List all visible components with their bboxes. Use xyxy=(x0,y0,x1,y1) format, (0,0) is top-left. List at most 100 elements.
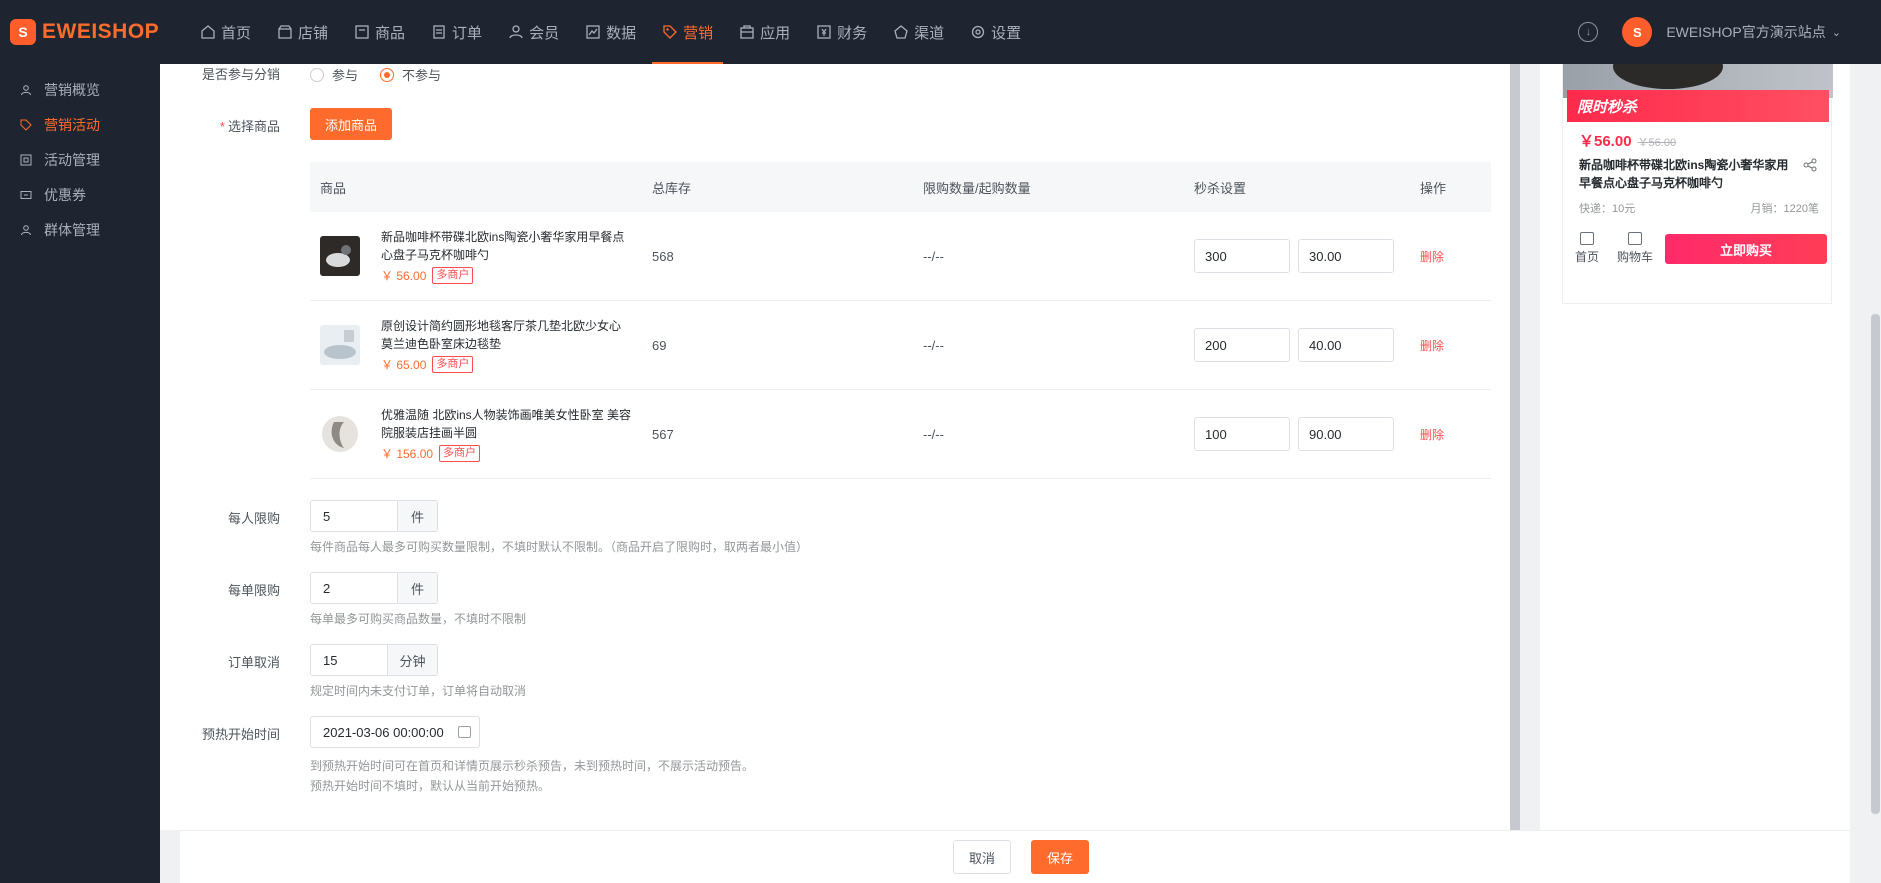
nav-item-data[interactable]: 数据 xyxy=(575,0,646,64)
per-person-unit: 件 xyxy=(397,501,437,531)
nav-item-goods[interactable]: 商品 xyxy=(344,0,415,64)
per-person-value[interactable]: 5 xyxy=(311,501,397,531)
delete-link[interactable]: 删除 xyxy=(1420,250,1444,264)
scrollbar-thumb[interactable] xyxy=(1871,314,1880,814)
nav-item-store[interactable]: 店铺 xyxy=(267,0,338,64)
seckill-price-input[interactable]: 30.00 xyxy=(1298,239,1394,273)
delete-link[interactable]: 删除 xyxy=(1420,428,1444,442)
preview-home-label: 首页 xyxy=(1574,250,1599,264)
per-person-input[interactable]: 5 件 xyxy=(310,500,438,532)
finance-icon xyxy=(817,25,831,39)
add-goods-button[interactable]: 添加商品 xyxy=(310,108,392,140)
sidebar-item-activity-manage[interactable]: 活动管理 xyxy=(0,142,160,177)
seckill-price-input[interactable]: 40.00 xyxy=(1298,328,1394,362)
radio-dot xyxy=(310,67,324,82)
sidebar-item-overview[interactable]: 营销概览 xyxy=(0,72,160,107)
th-seckill: 秒杀设置 xyxy=(1194,180,1247,196)
preheat-help-1: 到预热开始时间可在首页和详情页展示秒杀预告，未到预热时间，不展示活动预告。 xyxy=(310,759,755,773)
goods-price-row: ￥ 156.00 多商户 xyxy=(381,445,631,462)
nav-item-home[interactable]: 首页 xyxy=(190,0,261,64)
buy-now-button[interactable]: 立即购买 xyxy=(1665,234,1827,264)
sidebar-item-label: 群体管理 xyxy=(44,221,100,238)
delete-link[interactable]: 删除 xyxy=(1420,339,1444,353)
main-scrollbar[interactable] xyxy=(1510,64,1520,830)
calendar-icon[interactable] xyxy=(458,726,471,738)
preview-price-now: ￥56.00 xyxy=(1579,133,1632,150)
radio-not-participate[interactable]: 不参与 xyxy=(380,65,441,84)
preheat-date-value: 2021-03-06 00:00:00 xyxy=(323,724,444,740)
goods-price-row: ￥ 65.00 多商户 xyxy=(381,356,631,373)
nav-label: 应用 xyxy=(760,24,791,42)
per-order-input[interactable]: 2 件 xyxy=(310,572,438,604)
preheat-label: 预热开始时间 xyxy=(201,727,280,742)
select-goods-label: * 选择商品 xyxy=(180,116,280,135)
nav-item-member[interactable]: 会员 xyxy=(498,0,569,64)
preview-price: ￥56.00 ￥56.00 xyxy=(1579,130,1676,151)
radio-participate[interactable]: 参与 xyxy=(310,65,358,84)
nav-item-finance[interactable]: 财务 xyxy=(806,0,877,64)
stock-cell: 567 xyxy=(652,426,674,442)
nav-label: 渠道 xyxy=(914,24,945,42)
nav-label: 商品 xyxy=(375,24,406,42)
site-name[interactable]: EWEISHOP官方演示站点 xyxy=(1666,22,1825,42)
order-icon xyxy=(433,25,445,39)
table-row: 优雅温随 北欧ins人物装饰画唯美女性卧室 美容院服装店挂画半圆 ￥ 156.0… xyxy=(310,390,1491,479)
goods-name[interactable]: 原创设计简约圆形地毯客厅茶几垫北欧少女心莫兰迪色卧室床边毯垫 xyxy=(381,317,631,353)
goods-cell: 新品咖啡杯带碟北欧ins陶瓷小奢华家用早餐点心盘子马克杯咖啡勺 ￥ 56.00 … xyxy=(310,228,641,284)
main-panel: 是否参与分销 参与 不参与 * 选择商品 添加商品 商品 总库存 限购数量/起购数… xyxy=(160,64,1510,830)
nav-label: 设置 xyxy=(991,24,1022,42)
table-header: 商品 总库存 限购数量/起购数量 秒杀设置 操作 xyxy=(310,162,1491,212)
nav-item-app[interactable]: 应用 xyxy=(729,0,800,64)
required-mark: * xyxy=(219,119,225,134)
order-cancel-help: 规定时间内未支付订单，订单将自动取消 xyxy=(310,684,527,698)
goods-thumbnail[interactable] xyxy=(320,325,360,365)
preview-title: 新品咖啡杯带碟北欧ins陶瓷小奢华家用早餐点心盘子马克杯咖啡勺 xyxy=(1579,158,1789,190)
cancel-button[interactable]: 取消 xyxy=(953,840,1011,874)
preheat-date-input[interactable]: 2021-03-06 00:00:00 xyxy=(310,716,480,748)
user-icon xyxy=(21,84,31,95)
action-cell: 删除 xyxy=(1409,337,1491,354)
seckill-qty-input[interactable]: 200 xyxy=(1194,328,1290,362)
radio-label: 不参与 xyxy=(402,68,442,83)
goods-thumbnail[interactable] xyxy=(320,236,360,276)
share-icon[interactable] xyxy=(1803,158,1817,172)
per-order-unit: 件 xyxy=(397,573,437,603)
goods-price: ￥ 56.00 xyxy=(381,269,427,283)
per-person-label: 每人限购 xyxy=(227,511,280,526)
merchant-tag: 多商户 xyxy=(439,445,481,462)
seckill-qty-input[interactable]: 300 xyxy=(1194,239,1290,273)
goods-info: 原创设计简约圆形地毯客厅茶几垫北欧少女心莫兰迪色卧室床边毯垫 ￥ 65.00 多… xyxy=(381,317,631,373)
order-cancel-input[interactable]: 15 分钟 xyxy=(310,644,438,676)
sidebar-item-group[interactable]: 群体管理 xyxy=(0,212,160,247)
merchant-tag: 多商户 xyxy=(432,267,474,284)
goods-name[interactable]: 优雅温随 北欧ins人物装饰画唯美女性卧室 美容院服装店挂画半圆 xyxy=(381,406,631,442)
order-cancel-label: 订单取消 xyxy=(227,655,280,670)
save-button[interactable]: 保存 xyxy=(1031,840,1089,874)
chevron-down-icon[interactable]: ⌄ xyxy=(1832,26,1841,39)
preview-cart[interactable]: 购物车 xyxy=(1613,232,1657,265)
preview-home[interactable]: 首页 xyxy=(1569,232,1605,265)
preview-footer: 首页 购物车 立即购买 xyxy=(1563,232,1833,272)
nav-item-marketing[interactable]: 营销 xyxy=(652,0,724,64)
cart-icon xyxy=(1628,232,1642,245)
nav-item-channel[interactable]: 渠道 xyxy=(883,0,954,64)
seckill-qty-input[interactable]: 100 xyxy=(1194,417,1290,451)
seckill-price-input[interactable]: 90.00 xyxy=(1298,417,1394,451)
order-cancel-value[interactable]: 15 xyxy=(311,645,387,675)
site-avatar[interactable]: S xyxy=(1622,17,1653,47)
sidebar-item-activity[interactable]: 营销活动 xyxy=(0,107,160,142)
brand[interactable]: S EWEISHOP xyxy=(0,0,160,64)
goods-name[interactable]: 新品咖啡杯带碟北欧ins陶瓷小奢华家用早餐点心盘子马克杯咖啡勺 xyxy=(381,228,631,264)
nav-item-settings[interactable]: 设置 xyxy=(960,0,1031,64)
preview-card: 限时秒杀 ￥56.00 ￥56.00 新品咖啡杯带碟北欧ins陶瓷小奢华家用早餐… xyxy=(1562,64,1833,304)
per-order-value[interactable]: 2 xyxy=(311,573,397,603)
nav-item-order[interactable]: 订单 xyxy=(421,0,492,64)
sidebar-item-coupon[interactable]: 优惠券 xyxy=(0,177,160,212)
stock-cell: 568 xyxy=(652,248,674,264)
page-scrollbar[interactable] xyxy=(1870,64,1881,883)
download-icon[interactable]: ↓ xyxy=(1578,22,1599,42)
goods-thumbnail[interactable] xyxy=(320,414,360,454)
goods-price-row: ￥ 56.00 多商户 xyxy=(381,267,631,284)
select-goods-label-text: 选择商品 xyxy=(227,119,280,134)
preview-shipping: 快递：10元 xyxy=(1579,203,1636,215)
